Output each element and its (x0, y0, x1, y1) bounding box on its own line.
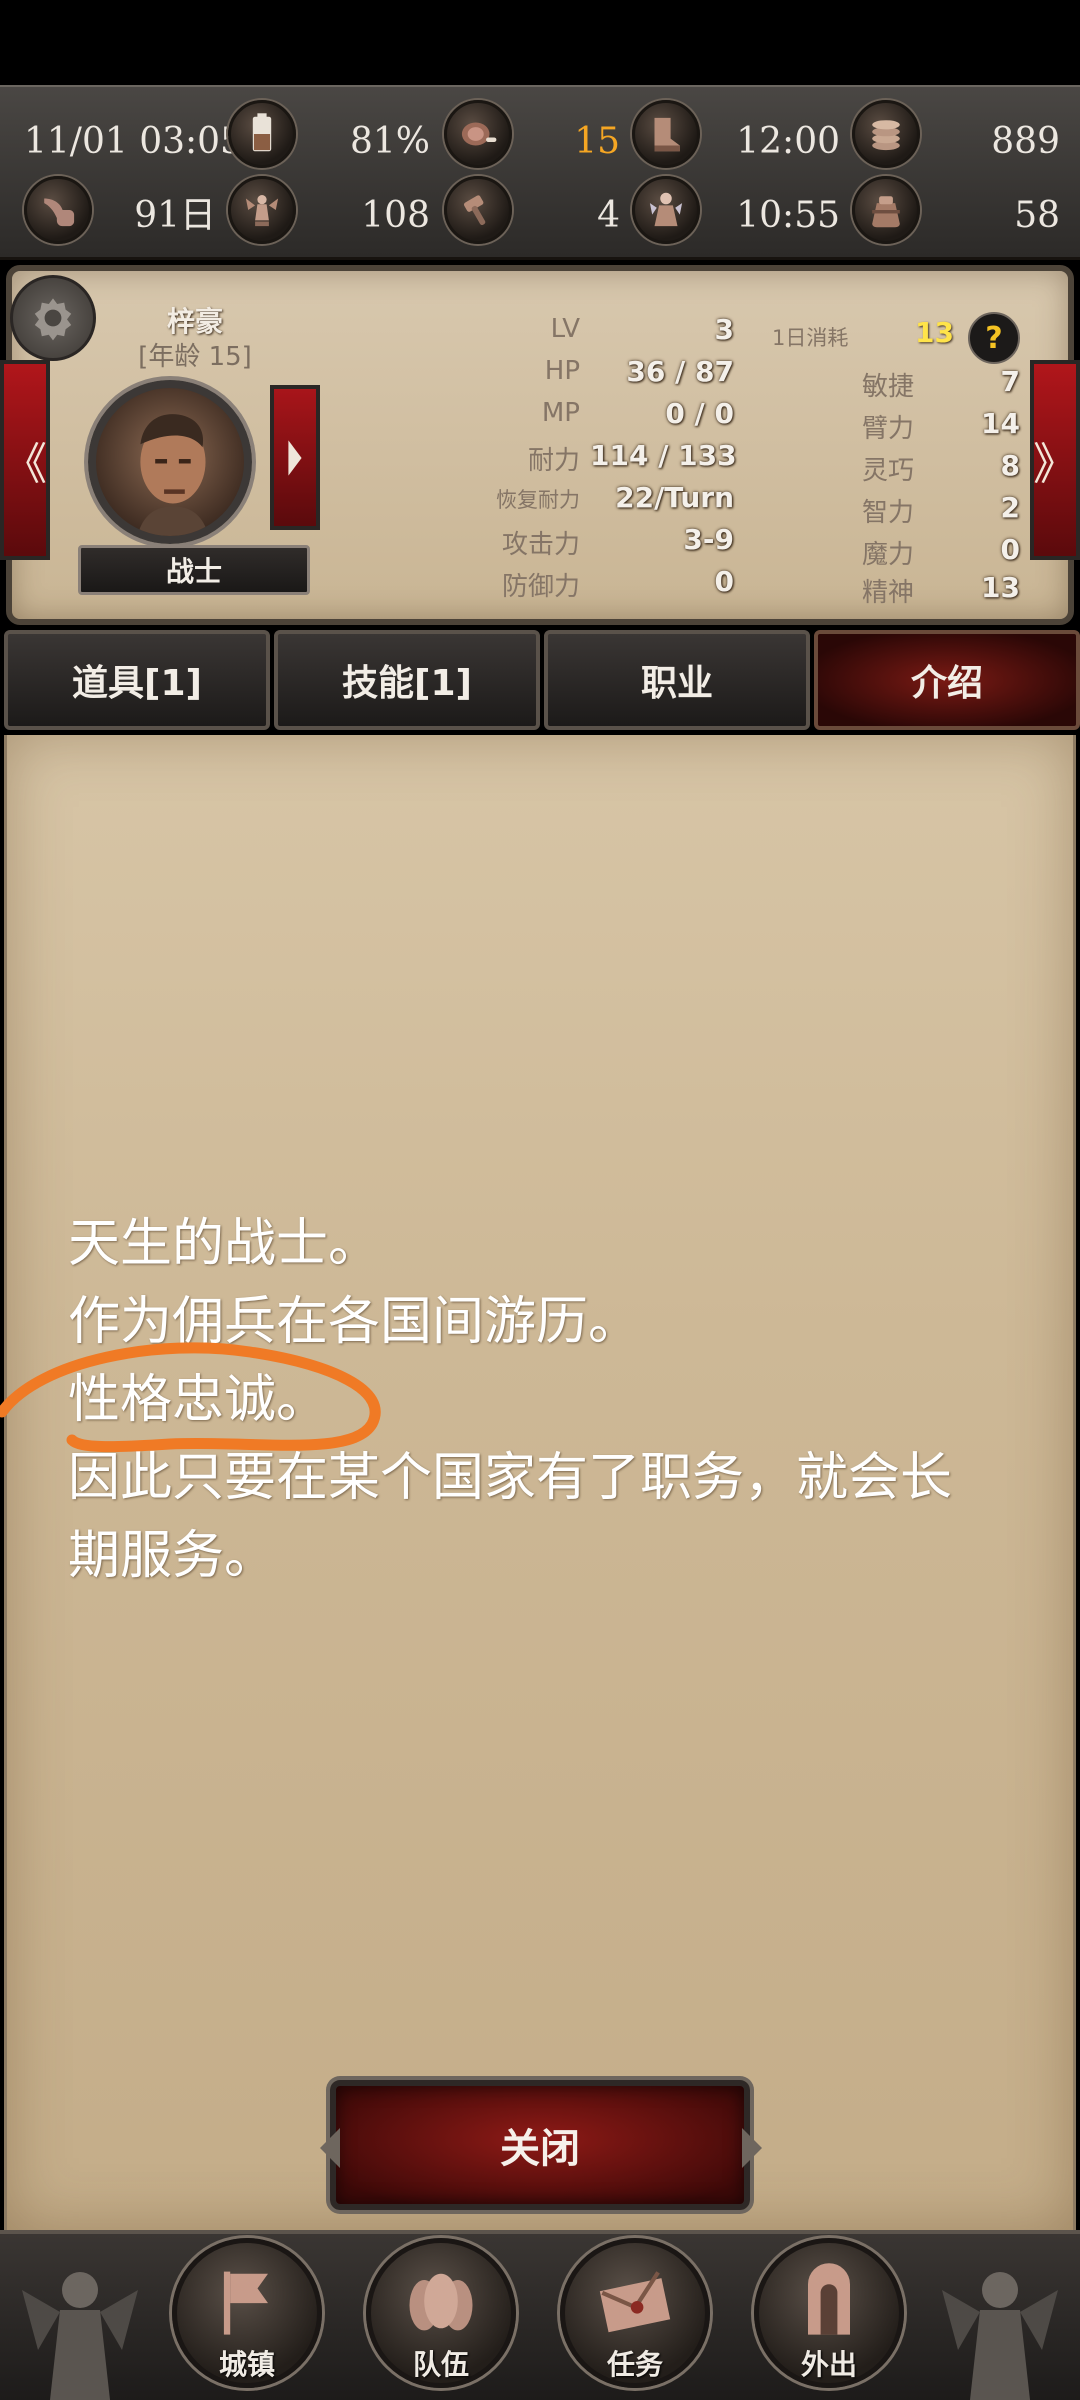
nav-outing-button[interactable]: 外出 (754, 2238, 904, 2388)
tab-skills[interactable]: 技能[1] (274, 630, 540, 730)
character-age: [年龄 15] (138, 342, 252, 372)
portrait-next-button[interactable] (270, 385, 320, 530)
time-b: 10:55 (736, 195, 840, 236)
close-button-right-ornament (742, 2128, 762, 2168)
character-portrait (88, 380, 252, 544)
nav-outing-label: 外出 (800, 2348, 857, 2381)
angel-statue-right-icon (942, 2272, 1058, 2400)
stat-label-stamina: 耐力 (527, 446, 580, 476)
description-line-5: 期服务。 (68, 1526, 277, 1586)
stat-label-dexterity: 灵巧 (862, 456, 915, 486)
days-count: 91日 (134, 195, 216, 236)
fairy-icon (632, 176, 700, 244)
stat-label-hp: HP (544, 356, 580, 386)
tab-items[interactable]: 道具[1] (4, 630, 270, 730)
stat-label-lv: LV (550, 314, 580, 344)
time-a: 12:00 (736, 121, 840, 162)
stat-value-defense: 0 (714, 565, 734, 598)
gold-count: 889 (991, 121, 1060, 162)
annotation-scribble (0, 1342, 381, 1453)
nav-quest-button[interactable]: 任务 (560, 2238, 710, 2388)
stat-label-strength: 臂力 (862, 414, 915, 444)
next-character-button[interactable]: 》 (1030, 360, 1080, 560)
stat-label-attack: 攻击力 (501, 530, 580, 560)
stat-label-agility: 敏捷 (862, 372, 915, 402)
nav-party-label: 队伍 (412, 2348, 469, 2381)
boot-icon (632, 100, 700, 168)
stat-value-lv: 3 (714, 313, 734, 346)
food-count: 15 (574, 121, 620, 162)
character-name: 梓豪 (166, 305, 223, 338)
flag-icon (223, 2271, 268, 2335)
nav-party-button[interactable]: 队伍 (366, 2238, 516, 2388)
door-icon (808, 2263, 850, 2335)
nav-town-label: 城镇 (218, 2348, 275, 2381)
count-b: 58 (1014, 195, 1060, 236)
nav-town-button[interactable]: 城镇 (172, 2238, 322, 2388)
stat-value-stamina: 114 / 133 (590, 439, 737, 472)
stat-label-mp: MP (541, 398, 580, 428)
close-button-left-ornament (320, 2128, 340, 2168)
prev-character-button[interactable]: 《 (0, 360, 50, 560)
stat-value-attack: 3-9 (683, 523, 734, 556)
stat-label-spirit: 精神 (862, 578, 915, 608)
fame-count: 108 (361, 195, 430, 236)
datetime-text: 11/01 03:05 (24, 121, 243, 162)
coins-icon (852, 100, 920, 168)
tab-intro[interactable]: 介绍 (814, 630, 1080, 730)
envelope-icon (599, 2271, 671, 2333)
stat-value-magic: 0 (1000, 533, 1020, 566)
stat-value-mp: 0 / 0 (665, 397, 734, 430)
bag-icon (852, 176, 920, 244)
class-label: 战士 (78, 545, 310, 595)
description-line-1: 天生的战士。 (68, 1214, 381, 1274)
help-icon[interactable]: ? (968, 312, 1020, 364)
bottom-nav (0, 2230, 1080, 2400)
stat-label-intelligence: 智力 (862, 498, 915, 528)
stat-label-stamina-regen: 恢复耐力 (496, 488, 580, 512)
angel-statue-icon (228, 176, 296, 244)
meat-icon (444, 100, 512, 168)
daily-cost-value: 13 (915, 316, 954, 349)
stat-label-magic: 魔力 (862, 540, 915, 570)
count-a: 4 (597, 195, 620, 236)
settings-gear-icon[interactable] (10, 275, 96, 361)
stat-value-agility: 7 (1000, 365, 1020, 398)
battery-percent: 81% (349, 121, 430, 162)
stat-value-hp: 36 / 87 (626, 355, 734, 388)
daily-cost-label: 1日消耗 (772, 326, 849, 350)
stat-label-defense: 防御力 (501, 572, 580, 602)
hammer-icon (444, 176, 512, 244)
stat-value-strength: 14 (981, 407, 1020, 440)
stat-value-spirit: 13 (981, 571, 1020, 604)
battery-icon (228, 100, 296, 168)
party-icon (409, 2273, 473, 2331)
stat-value-intelligence: 2 (1000, 491, 1020, 524)
stat-value-dexterity: 8 (1000, 449, 1020, 482)
pipe-icon (24, 176, 92, 244)
tab-job[interactable]: 职业 (544, 630, 810, 730)
stat-value-stamina-regen: 22/Turn (615, 481, 734, 514)
close-button[interactable]: 关闭 (330, 2080, 750, 2210)
nav-quest-label: 任务 (606, 2348, 663, 2381)
angel-statue-left-icon (22, 2272, 138, 2400)
